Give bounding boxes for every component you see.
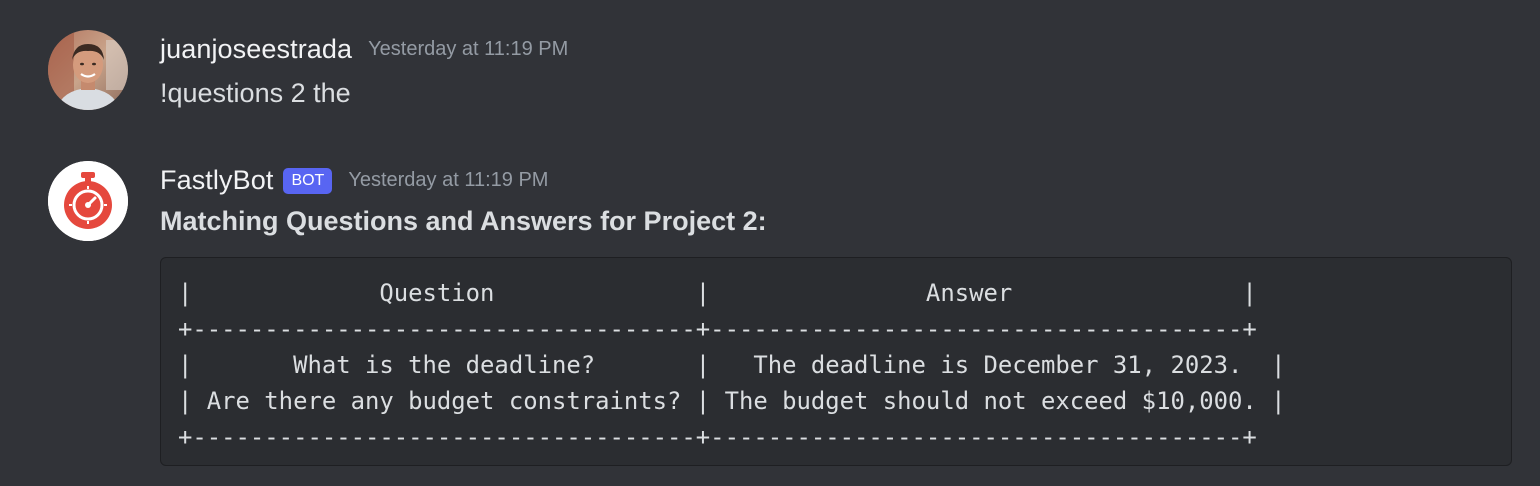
message-text: !questions 2 the	[160, 78, 351, 108]
username[interactable]: FastlyBot	[160, 165, 273, 196]
message-header: juanjoseestrada Yesterday at 11:19 PM	[160, 34, 568, 65]
bot-avatar[interactable]	[48, 161, 128, 241]
username[interactable]: juanjoseestrada	[160, 34, 352, 65]
bot-badge: BOT	[283, 167, 333, 194]
code-block[interactable]: | Question | Answer | +-----------------…	[160, 257, 1512, 466]
code-line: | Question | Answer |	[178, 279, 1257, 307]
code-line: +-----------------------------------+---…	[178, 423, 1257, 451]
code-block-text: | Question | Answer | +-----------------…	[178, 275, 1286, 455]
code-line: | Are there any budget constraints? | Th…	[178, 387, 1286, 415]
message-header: FastlyBot BOT Yesterday at 11:19 PM	[160, 165, 548, 196]
code-line: +-----------------------------------+---…	[178, 315, 1257, 343]
stopwatch-icon	[48, 161, 128, 241]
user-avatar[interactable]	[48, 30, 128, 110]
message-title: Matching Questions and Answers for Proje…	[160, 206, 767, 236]
timestamp[interactable]: Yesterday at 11:19 PM	[368, 38, 568, 61]
code-line: | What is the deadline? | The deadline i…	[178, 351, 1286, 379]
timestamp[interactable]: Yesterday at 11:19 PM	[348, 169, 548, 192]
user-photo-avatar	[48, 30, 128, 110]
